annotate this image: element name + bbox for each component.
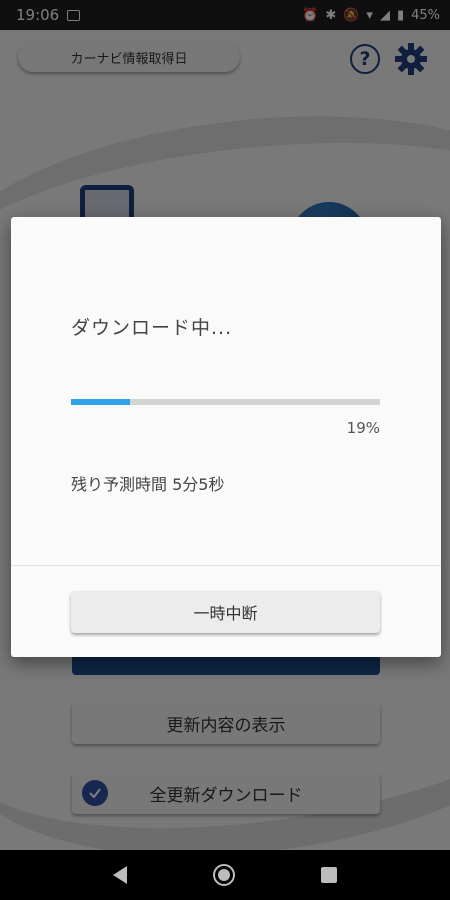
remaining-time-text: 残り予測時間 5分5秒 xyxy=(71,475,225,494)
home-icon[interactable] xyxy=(213,864,235,886)
download-progress-fill xyxy=(71,399,130,405)
dialog-title: ダウンロード中... xyxy=(71,317,233,339)
download-progress-dialog: ダウンロード中... 19% 残り予測時間 5分5秒 一時中断 xyxy=(11,217,441,657)
back-icon[interactable] xyxy=(113,866,127,884)
progress-percent: 19% xyxy=(346,419,380,437)
recents-icon[interactable] xyxy=(321,867,337,883)
dialog-divider xyxy=(11,565,441,566)
navigation-bar xyxy=(0,850,450,900)
pause-button[interactable]: 一時中断 xyxy=(71,591,380,633)
download-progress-bar xyxy=(71,399,380,405)
